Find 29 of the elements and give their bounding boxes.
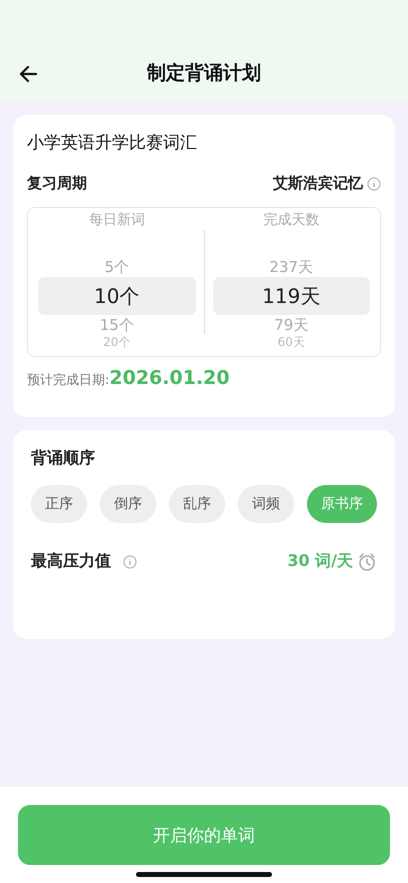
info-icon[interactable] (367, 176, 381, 190)
picker-option[interactable]: 60天 (278, 335, 305, 349)
cycle-label: 复习周期 (27, 174, 87, 193)
picker-option[interactable]: 5个 (104, 257, 130, 277)
picker-option[interactable]: 20个 (103, 335, 130, 349)
book-title: 小学英语升学比赛词汇 (27, 132, 198, 154)
method-label[interactable]: 艾斯浩宾记忆 (273, 174, 363, 193)
order-chip[interactable]: 词频 (238, 485, 294, 523)
order-chip[interactable]: 正序 (31, 485, 87, 523)
picker-option[interactable]: 119天 (212, 277, 370, 315)
page-title: 制定背诵计划 (147, 61, 261, 86)
picker-option[interactable]: 237天 (269, 257, 314, 277)
picker-option[interactable]: 10个 (38, 277, 196, 315)
pressure-label: 最高压力值 (31, 551, 111, 572)
picker-heading: 每日新词 (88, 211, 145, 229)
finish-label: 预计完成日期: (27, 372, 110, 389)
start-button[interactable]: 开启你的单词 (18, 805, 390, 865)
pressure-value[interactable]: 30 词/天 (287, 551, 353, 572)
picker-option[interactable]: 15个 (100, 315, 134, 335)
order-chip[interactable]: 乱序 (169, 485, 225, 523)
picker-heading: 完成天数 (263, 211, 320, 229)
info-icon[interactable] (123, 554, 137, 568)
order-chip[interactable]: 倒序 (100, 485, 156, 523)
finish-date: 2026.01.20 (109, 367, 230, 389)
back-icon[interactable] (18, 64, 38, 84)
order-chip[interactable]: 原书序 (307, 485, 377, 523)
alarm-clock-icon[interactable] (357, 552, 377, 572)
order-title: 背诵顺序 (31, 448, 96, 469)
picker-option[interactable]: 79天 (274, 315, 308, 335)
